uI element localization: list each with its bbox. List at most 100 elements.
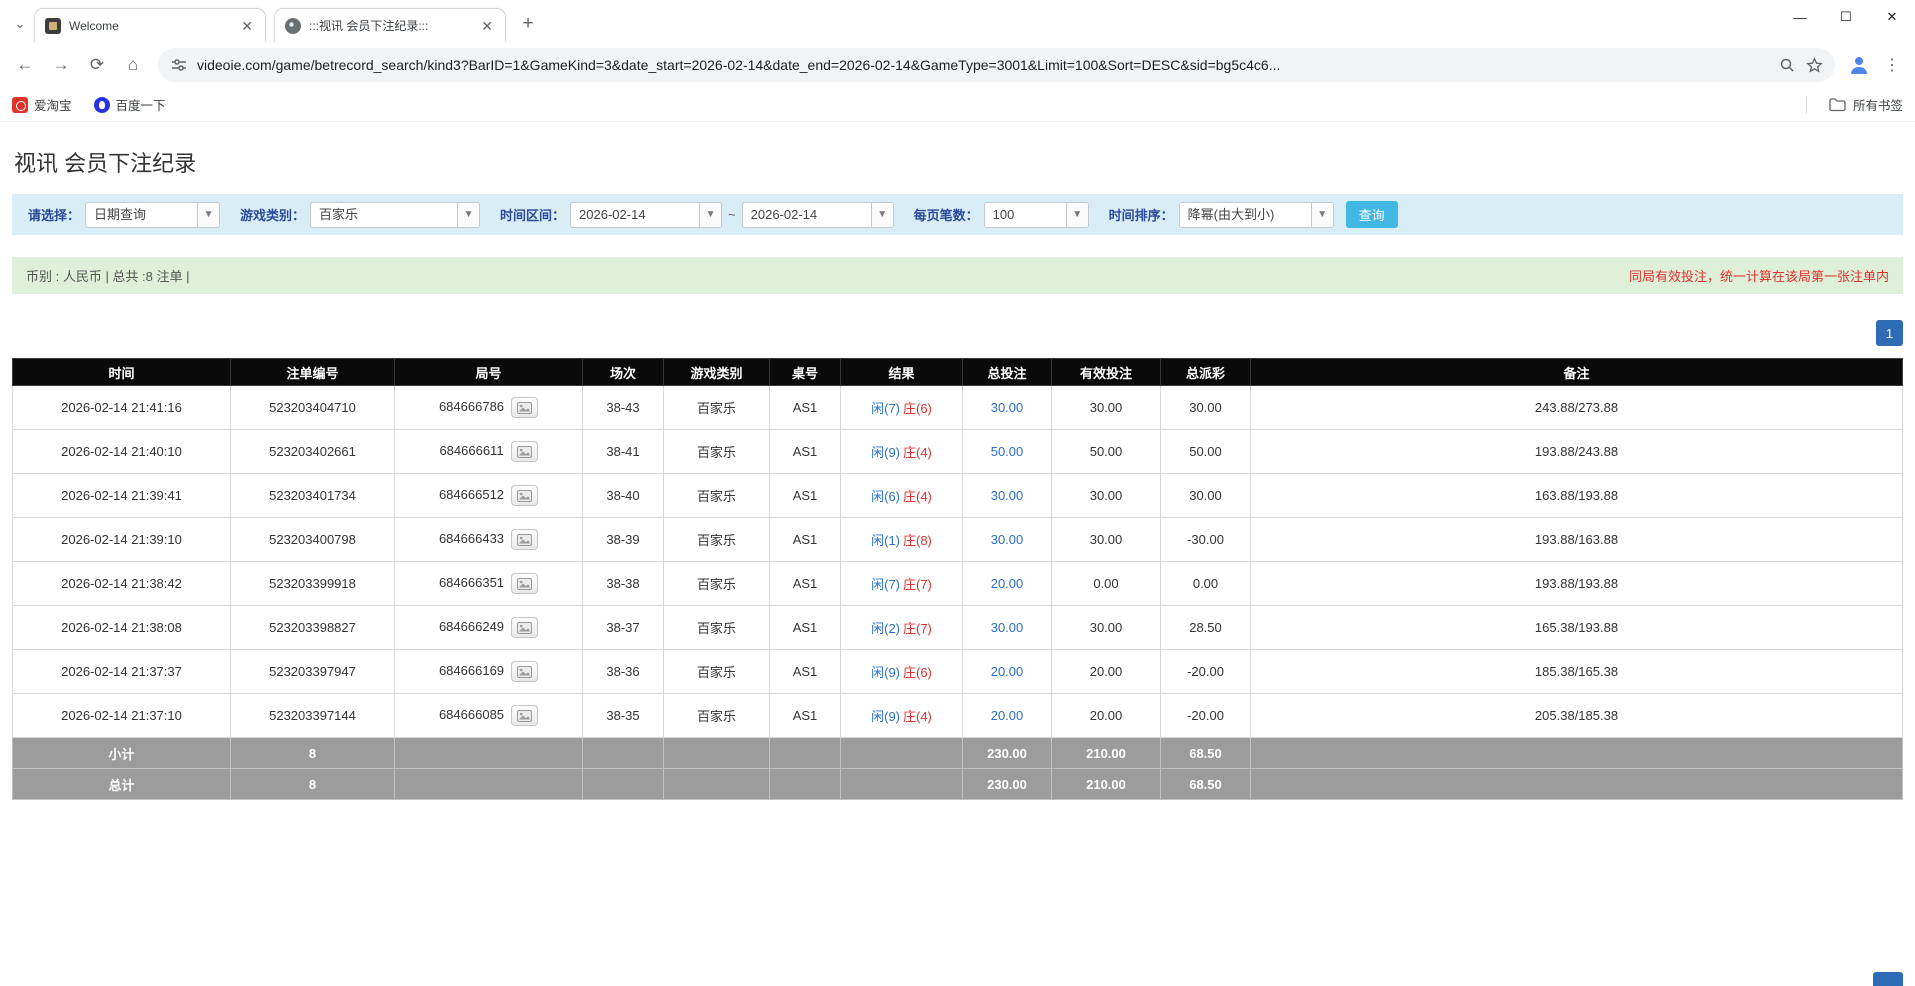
bookmark-star-icon[interactable] xyxy=(1805,56,1823,74)
cell-game-type: 百家乐 xyxy=(664,650,770,694)
tab-favicon xyxy=(285,18,301,34)
total-bet-link[interactable]: 30.00 xyxy=(991,532,1024,547)
new-tab-button[interactable]: + xyxy=(514,10,542,38)
subtotal-empty-cell xyxy=(664,738,770,769)
total-bet-link[interactable]: 30.00 xyxy=(991,400,1024,415)
forward-icon[interactable]: → xyxy=(44,48,78,82)
round-preview-icon[interactable] xyxy=(511,617,538,638)
cell-result: 闲(7)庄(7) xyxy=(841,562,963,606)
cell-round: 684666169 xyxy=(395,650,583,694)
sort-select[interactable]: 降幂(由大到小) ▼ xyxy=(1179,202,1334,228)
chevron-down-icon[interactable]: ▼ xyxy=(699,203,721,227)
kebab-menu-icon[interactable]: ⋮ xyxy=(1877,49,1907,81)
tab-bet-records[interactable]: :::视讯 会员下注纪录::: ✕ xyxy=(274,8,506,42)
bookmark-baidu[interactable]: 百度一下 xyxy=(94,95,166,114)
profile-avatar-icon[interactable] xyxy=(1843,49,1875,81)
chevron-down-icon[interactable]: ▼ xyxy=(871,203,893,227)
table-row: 2026-02-14 21:38:08523203398827684666249… xyxy=(13,606,1903,650)
cell-bet-id: 523203397947 xyxy=(231,650,395,694)
subtotal-total-bet: 230.00 xyxy=(963,738,1052,769)
cell-remark: 243.88/273.88 xyxy=(1251,386,1903,430)
round-preview-icon[interactable] xyxy=(511,705,538,726)
chevron-down-icon[interactable]: ▼ xyxy=(457,203,479,227)
subtotal-valid-bet: 210.00 xyxy=(1052,738,1161,769)
cell-table-no: AS1 xyxy=(770,518,841,562)
table-row: 2026-02-14 21:40:10523203402661684666611… xyxy=(13,430,1903,474)
home-icon[interactable]: ⌂ xyxy=(116,48,150,82)
chevron-down-icon[interactable]: ▼ xyxy=(1066,203,1088,227)
tab-welcome[interactable]: Welcome ✕ xyxy=(34,8,266,42)
cell-result: 闲(7)庄(6) xyxy=(841,386,963,430)
cell-bet-id: 523203399918 xyxy=(231,562,395,606)
result-player: 闲(7) xyxy=(871,577,900,592)
site-info-tune-icon[interactable] xyxy=(170,56,188,74)
bookmark-aitaobao[interactable]: 爱淘宝 xyxy=(12,95,72,114)
round-preview-icon[interactable] xyxy=(511,661,538,682)
all-bookmarks-button[interactable]: 所有书签 xyxy=(1829,95,1903,114)
round-preview-icon[interactable] xyxy=(511,529,538,550)
back-icon[interactable]: ← xyxy=(8,48,42,82)
cell-time: 2026-02-14 21:41:16 xyxy=(13,386,231,430)
total-bet-link[interactable]: 30.00 xyxy=(991,620,1024,635)
round-preview-icon[interactable] xyxy=(511,485,538,506)
total-bet-link[interactable]: 20.00 xyxy=(991,664,1024,679)
minimize-button[interactable]: — xyxy=(1777,0,1823,34)
cell-session: 38-35 xyxy=(583,694,664,738)
result-banker: 庄(4) xyxy=(903,445,932,460)
browser-window: ⌄ Welcome ✕ :::视讯 会员下注纪录::: ✕ + — ☐ ✕ ← … xyxy=(0,0,1915,122)
column-header: 游戏类别 xyxy=(664,359,770,386)
round-number: 684666611 xyxy=(439,443,503,458)
cell-payout: -30.00 xyxy=(1161,518,1251,562)
game-type-value: 百家乐 xyxy=(311,203,457,227)
cell-total-bet: 20.00 xyxy=(963,694,1052,738)
tab-title: Welcome xyxy=(69,19,231,33)
total-bet-link[interactable]: 30.00 xyxy=(991,488,1024,503)
reload-icon[interactable]: ⟳ xyxy=(80,48,114,82)
per-page-select[interactable]: 100 ▼ xyxy=(984,202,1089,228)
window-controls: — ☐ ✕ xyxy=(1777,0,1915,34)
round-preview-icon[interactable] xyxy=(511,397,538,418)
filter-bar: 请选择： 日期查询 ▼ 游戏类别： 百家乐 ▼ 时间区间： 2026-02-14… xyxy=(12,194,1903,235)
cell-total-bet: 20.00 xyxy=(963,650,1052,694)
column-header: 总投注 xyxy=(963,359,1052,386)
close-button[interactable]: ✕ xyxy=(1869,0,1915,34)
cell-result: 闲(2)庄(7) xyxy=(841,606,963,650)
tab-close-icon[interactable]: ✕ xyxy=(479,17,495,35)
total-bet-link[interactable]: 50.00 xyxy=(991,444,1024,459)
cell-time: 2026-02-14 21:38:42 xyxy=(13,562,231,606)
column-header: 桌号 xyxy=(770,359,841,386)
date-end-select[interactable]: 2026-02-14 ▼ xyxy=(742,202,894,228)
pagination-bottom-partial-button[interactable] xyxy=(1873,972,1903,986)
query-type-select[interactable]: 日期查询 ▼ xyxy=(85,202,220,228)
maximize-button[interactable]: ☐ xyxy=(1823,0,1869,34)
cell-valid-bet: 20.00 xyxy=(1052,694,1161,738)
chevron-down-icon[interactable]: ▼ xyxy=(1311,203,1333,227)
cell-result: 闲(9)庄(4) xyxy=(841,430,963,474)
cell-total-bet: 30.00 xyxy=(963,606,1052,650)
all-bookmarks-label: 所有书签 xyxy=(1853,95,1903,114)
folder-icon xyxy=(1829,97,1846,112)
url-text[interactable]: videoie.com/game/betrecord_search/kind3?… xyxy=(197,57,1769,73)
total-bet-link[interactable]: 20.00 xyxy=(991,708,1024,723)
cell-game-type: 百家乐 xyxy=(664,386,770,430)
cell-payout: 0.00 xyxy=(1161,562,1251,606)
total-bet-link[interactable]: 20.00 xyxy=(991,576,1024,591)
result-banker: 庄(4) xyxy=(903,489,932,504)
page-1-button[interactable]: 1 xyxy=(1876,320,1903,346)
cell-game-type: 百家乐 xyxy=(664,694,770,738)
query-button[interactable]: 查询 xyxy=(1346,201,1398,228)
zoom-icon[interactable] xyxy=(1778,56,1796,74)
sort-label: 时间排序： xyxy=(1109,205,1174,224)
tab-strip: ⌄ Welcome ✕ :::视讯 会员下注纪录::: ✕ + — ☐ ✕ xyxy=(0,0,1915,42)
address-bar[interactable]: videoie.com/game/betrecord_search/kind3?… xyxy=(158,48,1835,82)
game-type-select[interactable]: 百家乐 ▼ xyxy=(310,202,480,228)
tab-close-icon[interactable]: ✕ xyxy=(239,17,255,35)
date-start-value: 2026-02-14 xyxy=(571,203,699,227)
subtotal-payout: 68.50 xyxy=(1161,738,1251,769)
round-preview-icon[interactable] xyxy=(511,441,538,462)
tab-search-chevron-icon[interactable]: ⌄ xyxy=(6,10,34,38)
chevron-down-icon[interactable]: ▼ xyxy=(197,203,219,227)
round-preview-icon[interactable] xyxy=(511,573,538,594)
cell-game-type: 百家乐 xyxy=(664,606,770,650)
date-start-select[interactable]: 2026-02-14 ▼ xyxy=(570,202,722,228)
